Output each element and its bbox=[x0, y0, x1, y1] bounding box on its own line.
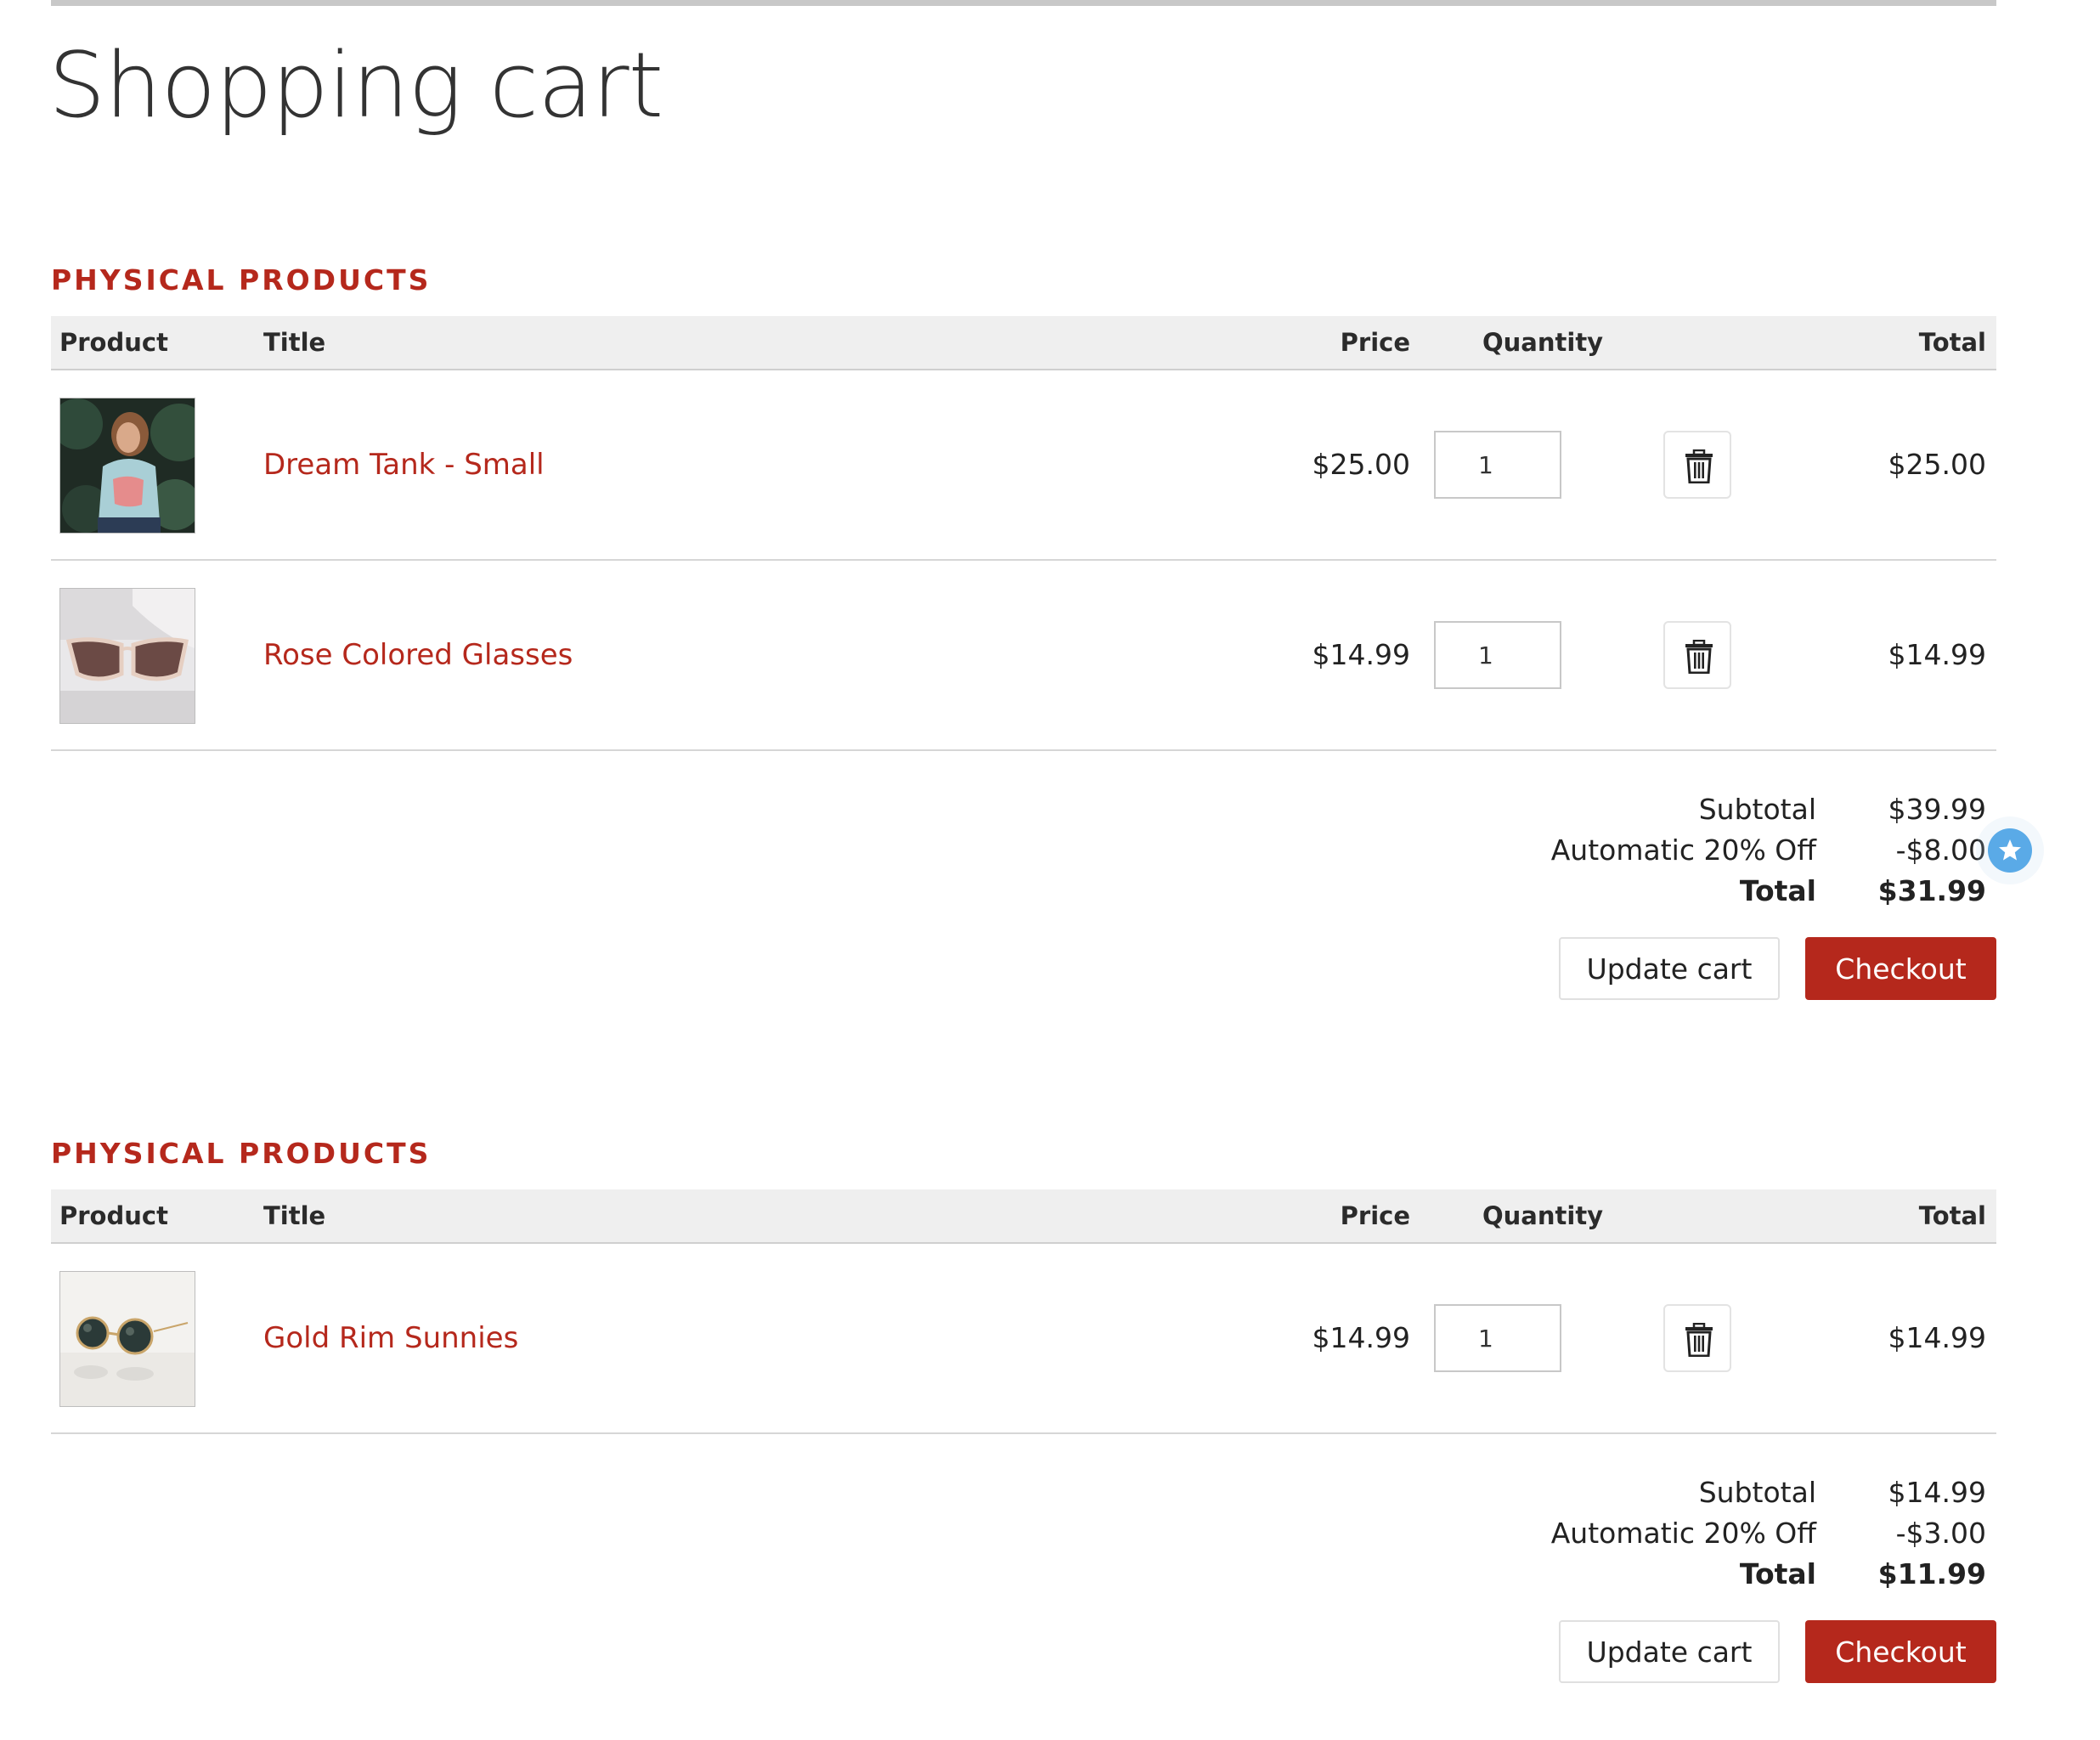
trash-icon bbox=[1685, 640, 1713, 674]
unit-price: $14.99 bbox=[1312, 638, 1410, 671]
line-total: $25.00 bbox=[1888, 448, 1986, 481]
update-cart-button[interactable]: Update cart bbox=[1559, 1620, 1780, 1683]
line-total: $14.99 bbox=[1888, 638, 1986, 671]
star-icon bbox=[1999, 839, 2021, 861]
subtotal-value: $14.99 bbox=[1888, 1476, 1986, 1509]
product-title-link[interactable]: Dream Tank - Small bbox=[263, 370, 545, 559]
table-row: Gold Rim Sunnies $14.99 $14.99 bbox=[51, 1244, 1996, 1434]
discount-value: -$8.00 bbox=[1895, 833, 1986, 867]
subtotal-label: Subtotal bbox=[1698, 1476, 1816, 1509]
total-label: Total bbox=[1739, 1557, 1816, 1590]
header-total: Total bbox=[1918, 328, 1986, 357]
glasses-thumbnail[interactable] bbox=[59, 588, 195, 724]
trash-icon bbox=[1685, 449, 1713, 483]
delete-item-button[interactable] bbox=[1663, 1304, 1731, 1372]
quantity-input[interactable] bbox=[1434, 431, 1561, 499]
delete-item-button[interactable] bbox=[1663, 431, 1731, 499]
delete-item-button[interactable] bbox=[1663, 621, 1731, 689]
discount-label: Automatic 20% Off bbox=[1550, 833, 1816, 867]
table-row: Dream Tank - Small $25.00 $25.00 bbox=[51, 370, 1996, 561]
header-price: Price bbox=[1340, 328, 1410, 357]
trash-icon bbox=[1685, 1323, 1713, 1357]
table-header: Product Title Price Quantity Total bbox=[51, 316, 1996, 370]
sunglasses-photo bbox=[60, 1272, 195, 1406]
unit-price: $14.99 bbox=[1312, 1321, 1410, 1354]
tank-top-thumbnail[interactable] bbox=[59, 398, 195, 534]
update-cart-button[interactable]: Update cart bbox=[1559, 937, 1780, 1000]
cart-summary: Subtotal $39.99 Automatic 20% Off -$8.00… bbox=[51, 784, 1996, 912]
quantity-input[interactable] bbox=[1434, 1304, 1561, 1372]
total-value: $11.99 bbox=[1877, 1557, 1986, 1590]
unit-price: $25.00 bbox=[1312, 448, 1410, 481]
floating-rewards-button[interactable] bbox=[1988, 828, 2032, 873]
table-row: Rose Colored Glasses $14.99 $14.99 bbox=[51, 561, 1996, 751]
checkout-button[interactable]: Checkout bbox=[1805, 937, 1996, 1000]
header-product: Product bbox=[59, 1201, 168, 1230]
quantity-input[interactable] bbox=[1434, 621, 1561, 689]
discount-value: -$3.00 bbox=[1895, 1517, 1986, 1550]
top-divider bbox=[51, 0, 1996, 6]
header-total: Total bbox=[1918, 1201, 1986, 1230]
checkout-button[interactable]: Checkout bbox=[1805, 1620, 1996, 1683]
header-quantity: Quantity bbox=[1482, 328, 1604, 357]
subtotal-value: $39.99 bbox=[1888, 793, 1986, 826]
tank-top-photo bbox=[60, 398, 195, 533]
total-label: Total bbox=[1739, 874, 1816, 907]
cart-summary: Subtotal $14.99 Automatic 20% Off -$3.00… bbox=[51, 1467, 1996, 1595]
total-value: $31.99 bbox=[1877, 874, 1986, 907]
section-heading: PHYSICAL PRODUCTS bbox=[51, 1137, 432, 1170]
line-total: $14.99 bbox=[1888, 1321, 1986, 1354]
header-title: Title bbox=[263, 328, 326, 357]
subtotal-label: Subtotal bbox=[1698, 793, 1816, 826]
table-header: Product Title Price Quantity Total bbox=[51, 1189, 1996, 1244]
header-price: Price bbox=[1340, 1201, 1410, 1230]
header-quantity: Quantity bbox=[1482, 1201, 1604, 1230]
page-title: Shopping cart bbox=[48, 33, 663, 138]
glasses-photo bbox=[60, 589, 195, 723]
section-heading: PHYSICAL PRODUCTS bbox=[51, 263, 432, 297]
discount-label: Automatic 20% Off bbox=[1550, 1517, 1816, 1550]
header-product: Product bbox=[59, 328, 168, 357]
product-title-link[interactable]: Rose Colored Glasses bbox=[263, 561, 573, 749]
product-title-link[interactable]: Gold Rim Sunnies bbox=[263, 1244, 518, 1432]
header-title: Title bbox=[263, 1201, 326, 1230]
sunglasses-thumbnail[interactable] bbox=[59, 1271, 195, 1407]
